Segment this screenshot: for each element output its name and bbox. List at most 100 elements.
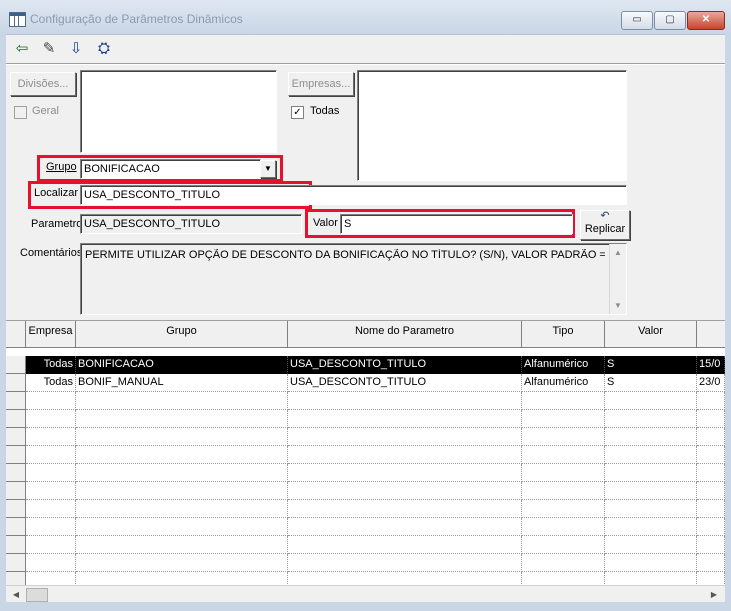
- empresas-button[interactable]: Empresas...: [288, 72, 354, 96]
- cell-grupo[interactable]: [76, 536, 288, 554]
- cell-tipo[interactable]: [522, 536, 605, 554]
- cell-extra[interactable]: [697, 410, 725, 428]
- column-header-tipo[interactable]: Tipo: [522, 321, 605, 348]
- cell-valor[interactable]: S: [605, 374, 697, 392]
- cell-tipo[interactable]: [522, 518, 605, 536]
- empty-table-row[interactable]: [6, 536, 725, 554]
- cell-grupo[interactable]: BONIF_MANUAL: [76, 374, 288, 392]
- row-indicator[interactable]: [6, 356, 26, 374]
- row-indicator[interactable]: [6, 428, 26, 446]
- parametros-grid[interactable]: Empresa Grupo Nome do Parametro Tipo Val…: [6, 320, 725, 599]
- column-header-nome[interactable]: Nome do Parametro: [288, 321, 522, 348]
- cell-nome[interactable]: [288, 536, 522, 554]
- cell-empresa[interactable]: [26, 554, 76, 572]
- cell-grupo[interactable]: [76, 482, 288, 500]
- row-indicator[interactable]: [6, 446, 26, 464]
- cell-nome[interactable]: [288, 482, 522, 500]
- cell-extra[interactable]: 15/0: [697, 356, 725, 374]
- close-button[interactable]: ✕: [687, 11, 725, 30]
- cell-nome[interactable]: [288, 500, 522, 518]
- column-header-empresa[interactable]: Empresa: [26, 321, 76, 348]
- scroll-down-icon[interactable]: ▼: [610, 301, 626, 310]
- binoculars-icon[interactable]: ⛭: [92, 37, 116, 61]
- comentarios-box[interactable]: PERMITE UTILIZAR OPÇÃO DE DESCONTO DA BO…: [80, 243, 627, 315]
- cell-valor[interactable]: S: [605, 356, 697, 374]
- cell-tipo[interactable]: [522, 500, 605, 518]
- row-indicator[interactable]: [6, 482, 26, 500]
- column-header-grupo[interactable]: Grupo: [76, 321, 288, 348]
- cell-empresa[interactable]: [26, 500, 76, 518]
- scroll-left-icon[interactable]: ◀: [8, 587, 24, 602]
- column-header-extra[interactable]: [697, 321, 725, 348]
- cell-tipo[interactable]: [522, 428, 605, 446]
- row-indicator[interactable]: [6, 374, 26, 392]
- cell-valor[interactable]: [605, 482, 697, 500]
- replicar-button[interactable]: ↶ Replicar: [580, 210, 630, 240]
- cell-extra[interactable]: [697, 464, 725, 482]
- cell-empresa[interactable]: [26, 536, 76, 554]
- cell-empresa[interactable]: [26, 428, 76, 446]
- cell-grupo[interactable]: [76, 464, 288, 482]
- row-indicator[interactable]: [6, 392, 26, 410]
- cell-empresa[interactable]: [26, 410, 76, 428]
- comentarios-scrollbar[interactable]: ▲ ▼: [609, 244, 626, 314]
- table-row[interactable]: Todas BONIFICACAO USA_DESCONTO_TITULO Alfan…: [6, 356, 725, 374]
- cell-tipo[interactable]: Alfanumérico: [522, 356, 605, 374]
- cell-grupo[interactable]: [76, 554, 288, 572]
- save-icon[interactable]: ⇩: [64, 37, 88, 61]
- chevron-down-icon[interactable]: ▼: [260, 160, 276, 178]
- cell-empresa[interactable]: Todas: [26, 356, 76, 374]
- scroll-thumb[interactable]: [26, 588, 48, 602]
- cell-extra[interactable]: [697, 554, 725, 572]
- cell-extra[interactable]: 23/0: [697, 374, 725, 392]
- cell-tipo[interactable]: [522, 410, 605, 428]
- cell-valor[interactable]: [605, 428, 697, 446]
- cell-nome[interactable]: [288, 554, 522, 572]
- cell-empresa[interactable]: [26, 446, 76, 464]
- maximize-button[interactable]: ▢: [654, 11, 686, 30]
- cell-empresa[interactable]: [26, 518, 76, 536]
- cell-tipo[interactable]: [522, 482, 605, 500]
- empty-table-row[interactable]: [6, 464, 725, 482]
- cell-grupo[interactable]: [76, 518, 288, 536]
- cell-empresa[interactable]: [26, 482, 76, 500]
- empty-table-row[interactable]: [6, 518, 725, 536]
- cell-valor[interactable]: [605, 518, 697, 536]
- row-indicator[interactable]: [6, 500, 26, 518]
- geral-checkbox[interactable]: [14, 106, 27, 119]
- cell-nome[interactable]: USA_DESCONTO_TITULO: [288, 356, 522, 374]
- eraser-icon[interactable]: ✎: [37, 37, 61, 61]
- cell-tipo[interactable]: [522, 554, 605, 572]
- cell-valor[interactable]: [605, 536, 697, 554]
- grid-horizontal-scrollbar[interactable]: ◀ ▶: [6, 585, 725, 603]
- scroll-right-icon[interactable]: ▶: [706, 587, 722, 602]
- cell-empresa[interactable]: [26, 464, 76, 482]
- cell-nome[interactable]: USA_DESCONTO_TITULO: [288, 374, 522, 392]
- row-indicator[interactable]: [6, 518, 26, 536]
- cell-tipo[interactable]: [522, 446, 605, 464]
- cell-extra[interactable]: [697, 482, 725, 500]
- empty-table-row[interactable]: [6, 500, 725, 518]
- cell-grupo[interactable]: [76, 428, 288, 446]
- cell-tipo[interactable]: [522, 392, 605, 410]
- row-indicator[interactable]: [6, 410, 26, 428]
- valor-input[interactable]: S: [340, 214, 573, 234]
- exit-icon[interactable]: ⇦: [10, 37, 34, 61]
- cell-tipo[interactable]: Alfanumérico: [522, 374, 605, 392]
- row-indicator[interactable]: [6, 536, 26, 554]
- cell-nome[interactable]: [288, 464, 522, 482]
- cell-grupo[interactable]: [76, 392, 288, 410]
- cell-grupo[interactable]: [76, 500, 288, 518]
- cell-valor[interactable]: [605, 410, 697, 428]
- scroll-up-icon[interactable]: ▲: [610, 248, 626, 257]
- table-row[interactable]: Todas BONIF_MANUAL USA_DESCONTO_TITULO Alfa…: [6, 374, 725, 392]
- minimize-button[interactable]: ▭: [621, 11, 653, 30]
- cell-empresa[interactable]: Todas: [26, 374, 76, 392]
- empty-table-row[interactable]: [6, 446, 725, 464]
- cell-extra[interactable]: [697, 500, 725, 518]
- column-header-valor[interactable]: Valor: [605, 321, 697, 348]
- todas-checkbox[interactable]: ✓: [291, 106, 304, 119]
- cell-grupo[interactable]: BONIFICACAO: [76, 356, 288, 374]
- cell-valor[interactable]: [605, 500, 697, 518]
- empty-table-row[interactable]: [6, 410, 725, 428]
